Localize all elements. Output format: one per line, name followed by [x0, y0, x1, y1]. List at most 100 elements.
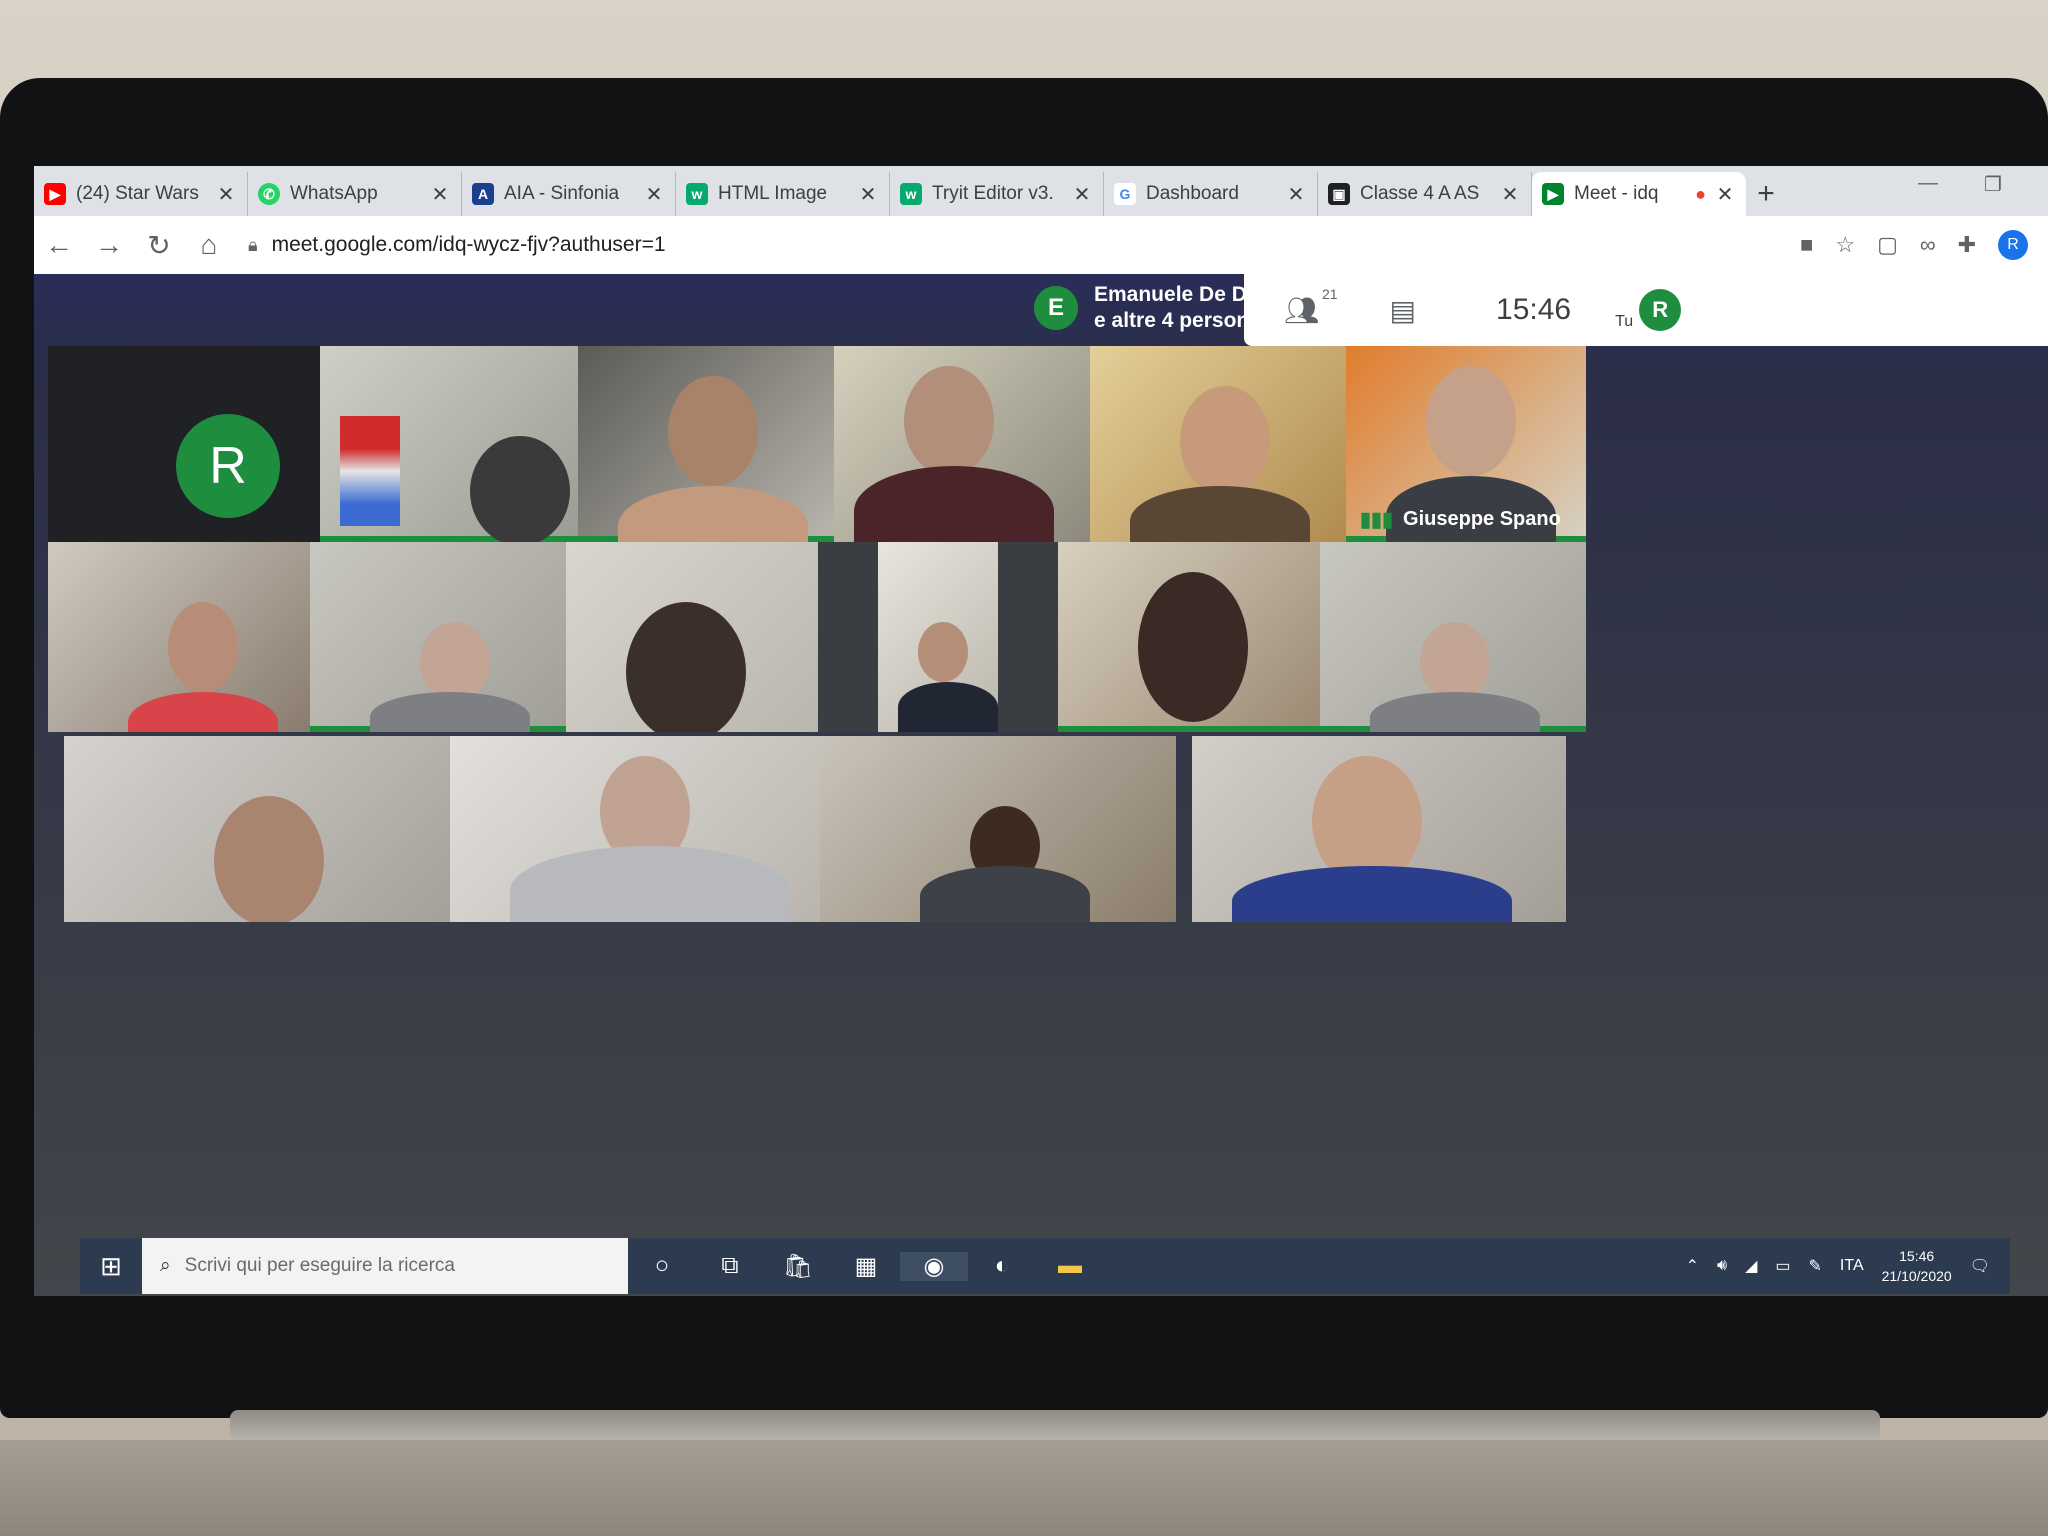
notifications-icon[interactable]: 🗨︎ [1970, 1256, 1990, 1276]
participant-tile-self[interactable]: R [48, 346, 320, 542]
w3schools-icon: w [686, 183, 708, 205]
presenter-others: e altre 4 persone [1094, 309, 1261, 332]
close-icon[interactable]: ✕ [857, 182, 879, 207]
youtube-icon: ▶ [44, 183, 66, 205]
taskbar-clock[interactable]: 15:46 21/10/2020 [1882, 1246, 1952, 1286]
self-tile-avatar: R [176, 414, 280, 518]
new-tab-button[interactable]: + [1746, 172, 1786, 216]
extension-infinity-icon[interactable]: ∞ [1920, 232, 1936, 258]
participant-tile-giuseppe-spano[interactable]: ▮▮▮ Giuseppe Spano [1346, 346, 1586, 542]
tab-title: HTML Image [718, 183, 828, 204]
clock-time: 15:46 [1899, 1248, 1935, 1264]
presenter-info: E Emanuele De D... e altre 4 persone [1034, 282, 1264, 334]
wifi-icon[interactable]: ◢ [1745, 1256, 1757, 1276]
people-button[interactable]: 👥︎ 21 [1284, 286, 1338, 327]
participant-tile[interactable] [566, 542, 818, 732]
file-explorer-icon[interactable]: ▬ [1036, 1252, 1104, 1280]
photos-icon[interactable]: ▦ [832, 1252, 900, 1281]
chat-icon[interactable]: ▤ [1390, 294, 1416, 327]
store-icon[interactable]: 🛍︎ [764, 1252, 832, 1281]
participant-tile[interactable] [1058, 542, 1320, 732]
participant-name: Giuseppe Spano [1403, 508, 1561, 530]
recording-dot-icon: ● [1695, 183, 1706, 204]
meet-top-bar: 👥︎ 21 ▤ 15:46 Tu R [1244, 274, 2048, 346]
speaking-indicator-icon: ▮▮▮ [1360, 509, 1394, 531]
close-icon[interactable]: ✕ [1499, 182, 1521, 207]
language-indicator[interactable]: ITA [1840, 1257, 1864, 1275]
tab-title: Classe 4 A AS [1360, 183, 1480, 204]
participant-tile[interactable] [64, 736, 450, 922]
participant-tile[interactable] [320, 346, 578, 542]
presenter-avatar: E [1034, 286, 1078, 330]
tab-classe-4a[interactable]: ▣ Classe 4 A AS ✕ [1318, 172, 1532, 216]
participant-tile[interactable] [1320, 542, 1586, 732]
minimize-icon[interactable]: — [1918, 172, 1938, 195]
taskbar-search[interactable]: ⌕ Scrivi qui per eseguire la ricerca [142, 1238, 628, 1294]
close-icon[interactable]: ✕ [1071, 182, 1093, 207]
url-text: meet.google.com/idq-wycz-fjv?authuser=1 [271, 233, 666, 256]
pen-icon[interactable]: ✎ [1809, 1256, 1822, 1276]
aia-icon: A [472, 183, 494, 205]
system-tray: ⌃ 🔊︎ ◢ ▭ ✎ ITA 15:46 21/10/2020 🗨︎ [1686, 1246, 2010, 1286]
w3schools-icon: w [900, 183, 922, 205]
whatsapp-icon: ✆ [258, 183, 280, 205]
meet-stage: E Emanuele De D... e altre 4 persone 👥︎ 2… [34, 274, 2048, 1296]
chevron-up-icon[interactable]: ⌃ [1686, 1256, 1699, 1276]
participant-tile[interactable] [578, 346, 834, 542]
star-icon[interactable]: ☆ [1835, 232, 1855, 258]
participant-tile[interactable] [1192, 736, 1566, 922]
participant-tile[interactable] [310, 542, 566, 732]
close-icon[interactable]: ✕ [643, 182, 665, 207]
close-icon[interactable]: ✕ [1714, 182, 1736, 207]
home-icon[interactable]: ⌂ [184, 229, 234, 261]
close-icon[interactable]: ✕ [1285, 182, 1307, 207]
participant-tile[interactable] [834, 346, 1090, 542]
extensions-puzzle-icon[interactable]: ✚ [1958, 232, 1976, 258]
forward-icon[interactable]: → [84, 229, 134, 261]
self-avatar[interactable]: R [1639, 289, 1682, 331]
reload-icon[interactable]: ↻ [134, 229, 184, 262]
clock-date: 21/10/2020 [1881, 1268, 1952, 1284]
search-placeholder: Scrivi qui per eseguire la ricerca [184, 1255, 455, 1276]
tab-title: Dashboard [1146, 183, 1239, 204]
tab-title: (24) Star Wars [76, 183, 199, 204]
participant-tile[interactable] [820, 736, 1176, 922]
cortana-icon[interactable]: ○ [628, 1252, 696, 1280]
tab-title: Tryit Editor v3. [932, 183, 1054, 204]
close-icon[interactable]: ✕ [215, 182, 237, 207]
laptop-screen: ▶ (24) Star Wars ✕ ✆ WhatsApp ✕ A AIA - … [34, 166, 2048, 1296]
meeting-clock: 15:46 [1496, 293, 1572, 326]
tab-strip: ▶ (24) Star Wars ✕ ✆ WhatsApp ✕ A AIA - … [34, 166, 2048, 216]
app-icon[interactable]: ◐ [968, 1252, 1036, 1280]
tab-tryit-editor[interactable]: w Tryit Editor v3. ✕ [890, 172, 1104, 216]
extension-screen-icon[interactable]: ▢ [1877, 232, 1898, 258]
participant-tile[interactable] [48, 542, 310, 732]
close-icon[interactable]: ✕ [429, 182, 451, 207]
chrome-icon[interactable]: ◉ [900, 1251, 968, 1281]
address-bar[interactable]: 🔒︎ meet.google.com/idq-wycz-fjv?authuser… [248, 225, 1698, 265]
meet-icon: ▶ [1542, 183, 1564, 205]
tab-dashboard[interactable]: G Dashboard ✕ [1104, 172, 1318, 216]
profile-avatar[interactable]: R [1998, 230, 2028, 260]
battery-icon[interactable]: ▭ [1775, 1256, 1790, 1276]
search-icon: ⌕ [160, 1255, 171, 1276]
participant-tile[interactable] [818, 542, 1058, 732]
camera-in-use-icon[interactable]: ■ [1800, 232, 1813, 258]
lock-icon: 🔒︎ [248, 234, 258, 255]
presenter-name: Emanuele De D... [1094, 283, 1265, 306]
participant-tile[interactable] [1090, 346, 1346, 542]
windows-start-icon[interactable]: ⊞ [80, 1251, 142, 1282]
task-view-icon[interactable]: ⧉ [696, 1252, 764, 1280]
desk-surface [0, 1440, 2048, 1536]
tab-whatsapp[interactable]: ✆ WhatsApp ✕ [248, 172, 462, 216]
volume-icon[interactable]: 🔊︎ [1717, 1257, 1727, 1275]
participant-tile[interactable] [450, 736, 820, 922]
tab-meet[interactable]: ▶ Meet - idq ● ✕ [1532, 172, 1746, 216]
tab-star-wars[interactable]: ▶ (24) Star Wars ✕ [34, 172, 248, 216]
tab-aia-sinfonia[interactable]: A AIA - Sinfonia ✕ [462, 172, 676, 216]
tab-html-image[interactable]: w HTML Image ✕ [676, 172, 890, 216]
restore-icon[interactable]: ❐ [1984, 172, 2002, 197]
tab-title: Meet - idq [1574, 183, 1659, 204]
tab-title: AIA - Sinfonia [504, 183, 620, 204]
back-icon[interactable]: ← [34, 229, 84, 261]
